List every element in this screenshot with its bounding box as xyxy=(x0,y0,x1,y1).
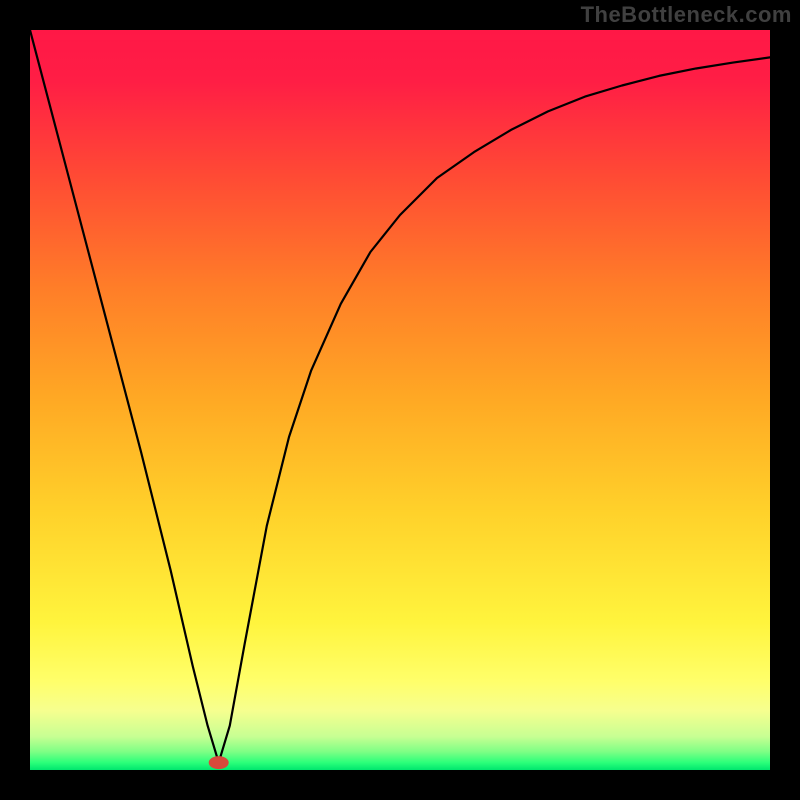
optimal-marker xyxy=(209,756,229,769)
credit-label: TheBottleneck.com xyxy=(581,2,792,28)
chart-svg xyxy=(30,30,770,770)
chart-container: TheBottleneck.com xyxy=(0,0,800,800)
gradient-background xyxy=(30,30,770,770)
plot-area xyxy=(30,30,770,770)
